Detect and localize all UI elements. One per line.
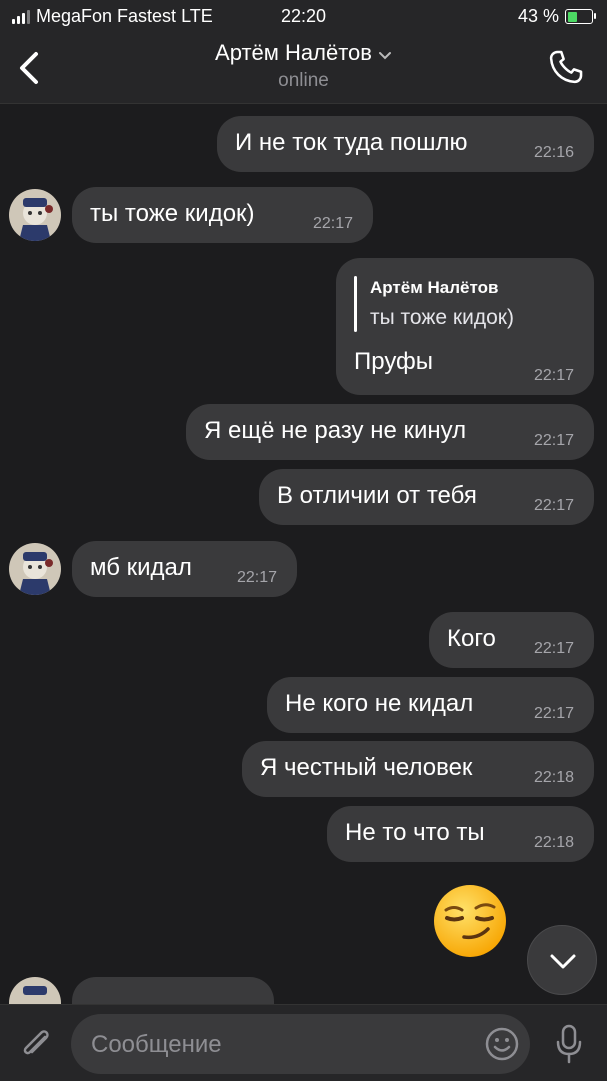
message-text: Я честный человек	[260, 754, 473, 781]
reply-indicator	[354, 276, 357, 332]
message-bubble-outgoing[interactable]: Я ещё не разу не кинул 22:17	[186, 404, 594, 460]
message-time: 22:18	[533, 834, 574, 851]
chevron-down-icon	[550, 954, 576, 969]
message-bubble-outgoing[interactable]: Кого 22:17	[429, 612, 594, 668]
message-time: 22:17	[236, 569, 277, 586]
battery-icon	[565, 9, 596, 24]
cat-avatar-icon	[9, 189, 61, 241]
microphone-icon	[556, 1024, 582, 1064]
message-list[interactable]: И не ток туда пошлю 22:16 ты тоже кидок)…	[0, 104, 607, 1004]
paperclip-icon	[23, 1030, 49, 1055]
message-time: 22:17	[533, 640, 574, 657]
message-bubble-outgoing[interactable]: Не то что ты 22:18	[327, 806, 594, 862]
message-text: мб кидал	[90, 554, 192, 581]
message-time: 22:17	[533, 367, 574, 384]
message-input[interactable]: Сообщение	[71, 1014, 530, 1074]
voice-message-button[interactable]	[553, 1023, 585, 1070]
message-time: 22:16	[533, 144, 574, 161]
reply-text: ты тоже кидок)	[370, 306, 514, 329]
contact-status: online	[278, 70, 329, 92]
contact-title[interactable]: Артём Налётов online	[0, 40, 607, 92]
smiley-icon	[485, 1027, 519, 1061]
message-bubble-outgoing[interactable]: Не кого не кидал 22:17	[267, 677, 594, 733]
reply-author: Артём Налётов	[370, 278, 499, 297]
message-bubble-incoming[interactable]: мб кидал 22:17	[72, 541, 297, 597]
sticker-button[interactable]	[484, 1026, 520, 1067]
avatar[interactable]	[9, 543, 61, 595]
message-input-placeholder: Сообщение	[91, 1031, 222, 1058]
message-bubble-reply[interactable]: Артём Налётов ты тоже кидок) Пруфы 22:17	[336, 258, 594, 395]
message-bubble-incoming[interactable]	[72, 977, 274, 1004]
message-text: ты тоже кидок)	[90, 200, 255, 227]
chevron-down-icon	[378, 41, 392, 67]
message-bubble-outgoing[interactable]: В отличии от тебя 22:17	[259, 469, 594, 525]
composer-bar: Сообщение	[0, 1004, 607, 1081]
contact-name: Артём Налётов	[215, 40, 372, 65]
attach-button[interactable]	[18, 1023, 54, 1068]
avatar[interactable]	[9, 189, 61, 241]
message-time: 22:18	[533, 769, 574, 786]
cat-avatar-icon	[9, 543, 61, 595]
message-time: 22:17	[533, 497, 574, 514]
call-button[interactable]	[547, 48, 585, 91]
message-text: Кого	[447, 625, 496, 652]
message-text: В отличии от тебя	[277, 482, 477, 509]
message-text: И не ток туда пошлю	[235, 129, 468, 156]
scroll-to-bottom-button[interactable]	[527, 925, 597, 995]
message-text: Не то что ты	[345, 819, 485, 846]
battery-percent: 43 %	[517, 6, 559, 26]
message-bubble-outgoing[interactable]: И не ток туда пошлю 22:16	[217, 116, 594, 172]
message-time: 22:17	[533, 705, 574, 722]
message-text: Не кого не кидал	[285, 690, 474, 717]
smirk-icon	[434, 885, 506, 957]
smirking-face-emoji[interactable]	[432, 883, 508, 959]
clock: 22:20	[280, 6, 327, 26]
message-bubble-outgoing[interactable]: Я честный человек 22:18	[242, 741, 594, 797]
chat-header: MegaFon Fastest LTE 22:20 43 % Артём Нал…	[0, 0, 607, 104]
phone-icon	[549, 50, 583, 84]
message-time: 22:17	[312, 215, 353, 232]
message-text: Я ещё не разу не кинул	[204, 417, 467, 444]
status-bar: MegaFon Fastest LTE 22:20 43 %	[0, 6, 607, 28]
message-time: 22:17	[533, 432, 574, 449]
avatar[interactable]	[9, 977, 61, 1004]
message-text: Пруфы	[354, 348, 434, 375]
message-bubble-incoming[interactable]: ты тоже кидок) 22:17	[72, 187, 373, 243]
cat-avatar-icon	[9, 977, 61, 1004]
